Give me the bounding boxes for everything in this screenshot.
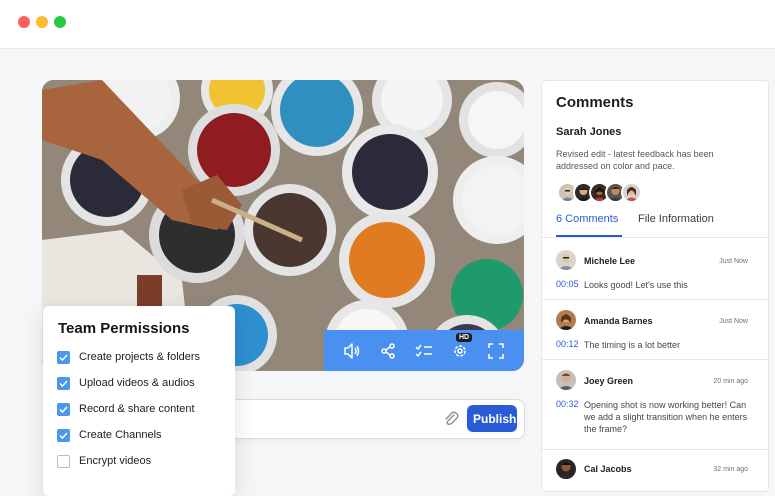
avatar [556, 370, 576, 390]
hd-badge: HD [456, 332, 473, 342]
avatar [556, 250, 576, 270]
share-icon[interactable] [378, 341, 398, 361]
comment-timestamp-link[interactable]: 00:12 [556, 339, 579, 349]
checkbox-checked[interactable] [57, 402, 70, 416]
permission-label: Record & share content [79, 403, 195, 415]
checklist-icon[interactable] [414, 341, 434, 361]
permission-label: Create projects & folders [79, 351, 201, 363]
author-name: Sarah Jones [556, 126, 622, 138]
comment-timestamp-link[interactable]: 00:05 [556, 279, 579, 289]
close-window-button[interactable] [18, 16, 30, 28]
permission-label: Upload videos & audios [79, 377, 195, 389]
revision-description: Revised edit - latest feedback has been … [556, 149, 714, 171]
checkbox-checked[interactable] [57, 350, 70, 364]
tab-comments[interactable]: 6 Comments [556, 213, 618, 225]
volume-icon[interactable] [342, 341, 362, 361]
checkbox-checked[interactable] [57, 428, 70, 442]
permission-item[interactable]: Encrypt videos [57, 451, 151, 471]
comment-time: 20 min ago [713, 378, 748, 385]
avatar[interactable] [621, 182, 642, 203]
checkbox-checked[interactable] [57, 376, 70, 390]
paperclip-icon[interactable] [442, 410, 460, 428]
comments-panel: Comments Sarah Jones Revised edit - late… [541, 80, 769, 492]
maximize-window-button[interactable] [54, 16, 66, 28]
permission-item[interactable]: Record & share content [57, 399, 195, 419]
publish-button[interactable]: Publish [467, 405, 517, 432]
comment-input[interactable]: Publish [225, 399, 525, 439]
comment-item[interactable]: Cal Jacobs 32 min ago [542, 449, 768, 491]
avatar [556, 459, 576, 479]
permissions-title: Team Permissions [58, 320, 190, 337]
comment-author: Joey Green [584, 376, 634, 386]
comment-author: Amanda Barnes [584, 316, 653, 326]
comment-time: Just Now [719, 318, 748, 325]
comment-time: Just Now [719, 258, 748, 265]
permission-label: Encrypt videos [79, 455, 152, 467]
tab-file-information[interactable]: File Information [638, 213, 714, 225]
team-permissions-card: Team Permissions Create projects & folde… [43, 306, 235, 496]
permission-item[interactable]: Upload videos & audios [57, 373, 195, 393]
window-titlebar [0, 0, 775, 49]
video-controls-bar: HD [324, 330, 524, 371]
avatar-group [557, 182, 642, 203]
permission-item[interactable]: Create projects & folders [57, 347, 200, 367]
comment-timestamp-link[interactable]: 00:32 [556, 399, 579, 409]
permission-item[interactable]: Create Channels [57, 425, 162, 445]
comment-item[interactable]: Michele Lee Just Now 00:05 Looks good! L… [542, 239, 768, 300]
minimize-window-button[interactable] [36, 16, 48, 28]
avatar [556, 310, 576, 330]
comment-text: Looks good! Let's use this [584, 280, 688, 290]
comment-item[interactable]: Amanda Barnes Just Now 00:12 The timing … [542, 299, 768, 360]
comments-title: Comments [556, 94, 634, 111]
permission-label: Create Channels [79, 429, 162, 441]
settings-icon[interactable]: HD [450, 332, 473, 361]
comment-author: Michele Lee [584, 256, 636, 266]
comment-item[interactable]: Joey Green 20 min ago 00:32 Opening shot… [542, 359, 768, 450]
fullscreen-icon[interactable] [486, 341, 506, 361]
checkbox-unchecked[interactable] [57, 454, 70, 468]
comment-time: 32 min ago [713, 466, 748, 473]
comment-text: Opening shot is now working better! Can … [584, 400, 748, 434]
comment-text: The timing is a lot better [584, 340, 681, 350]
comment-author: Cal Jacobs [584, 464, 632, 474]
comments-tabs: 6 Comments File Information [556, 213, 768, 238]
divider [542, 237, 768, 238]
